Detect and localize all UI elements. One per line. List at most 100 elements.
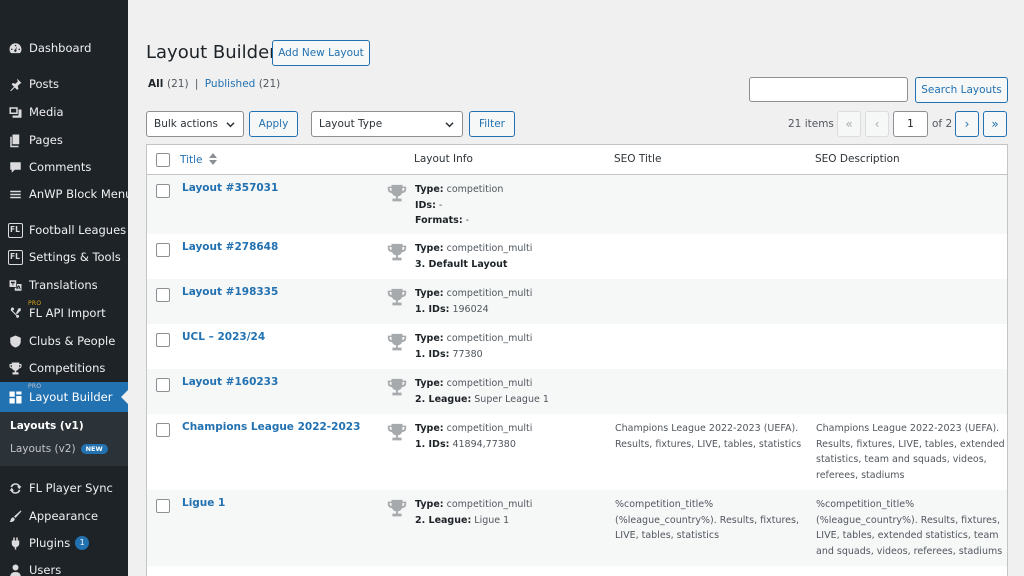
- fl-badge: FL: [7, 222, 23, 238]
- first-page-button: «: [837, 111, 861, 137]
- bulk-actions-select[interactable]: Bulk actions: [146, 111, 244, 137]
- column-title-sortable[interactable]: Title: [180, 153, 217, 166]
- apply-button[interactable]: Apply: [249, 111, 298, 137]
- sidebar-item-appearance[interactable]: Appearance: [0, 504, 128, 528]
- trophy-icon: [387, 423, 407, 441]
- bulk-actions-value: Bulk actions: [154, 118, 218, 130]
- filter-published-link[interactable]: Published (21): [205, 78, 280, 90]
- layout-title-link[interactable]: Layout #160233: [182, 376, 278, 388]
- layout-title-link[interactable]: Layout #278648: [182, 241, 278, 253]
- last-page-button[interactable]: »: [983, 111, 1007, 137]
- layout-info: Type: competition_multi 1. IDs: 41894,773…: [415, 421, 532, 452]
- layout-info-line: IDs: -: [415, 198, 503, 214]
- row-checkbox[interactable]: [156, 423, 170, 437]
- media-icon: [7, 104, 23, 120]
- layout-info-key: Type:: [415, 184, 444, 195]
- column-layout-info: Layout Info: [414, 153, 473, 165]
- layout-type-select[interactable]: Layout Type: [311, 111, 463, 137]
- layout-info-line: 1. IDs: 41894,77380: [415, 437, 532, 453]
- sidebar-item-fl-player-sync[interactable]: FL Player Sync: [0, 476, 128, 500]
- filter-all-link[interactable]: All (21): [148, 78, 189, 90]
- table-row: Layout #198335 Type: competition_multi 1. …: [147, 279, 1007, 324]
- row-checkbox[interactable]: [156, 333, 170, 347]
- total-pages: of 2: [932, 118, 953, 130]
- current-page-input[interactable]: 1: [893, 111, 928, 137]
- pages-icon: [7, 132, 23, 148]
- table-row: Layout #160233 Type: competition_multi 2. …: [147, 369, 1007, 414]
- sidebar-item-translations[interactable]: Translations: [0, 273, 128, 297]
- filter-button[interactable]: Filter: [469, 111, 515, 137]
- sidebar-item-label: Dashboard: [29, 41, 92, 55]
- row-checkbox[interactable]: [156, 499, 170, 513]
- sidebar-item-label: Pages: [29, 133, 63, 147]
- sidebar-item-settings-tools[interactable]: FL Settings & Tools: [0, 245, 128, 269]
- add-new-layout-button[interactable]: Add New Layout: [272, 40, 370, 66]
- submenu-item-layouts-v2[interactable]: Layouts (v2) NEW: [10, 443, 108, 455]
- sidebar-item-fl-api-import[interactable]: PRO FL API Import: [0, 300, 128, 325]
- trophy-icon: [387, 288, 407, 306]
- layout-info-key: 2. League:: [415, 514, 472, 526]
- layout-title-link[interactable]: Layout #198335: [182, 286, 278, 298]
- layout-title-link[interactable]: Ligue 1: [182, 497, 225, 509]
- sidebar-item-label: Layout Builder: [29, 390, 113, 404]
- fl-icon: FL: [7, 222, 23, 238]
- layout-info-key: Type:: [415, 378, 444, 389]
- sidebar-item-layout-builder[interactable]: PRO Layout Builder: [0, 382, 128, 412]
- table-row: UCL – 2023/24 Type: competition_multi 1. I…: [147, 324, 1007, 369]
- sidebar-item-football-leagues[interactable]: FL Football Leagues: [0, 218, 128, 242]
- layout-info-value: 77380: [452, 348, 483, 360]
- select-all-checkbox[interactable]: [156, 153, 170, 167]
- admin-sidebar: Dashboard Posts Media Pages Comments AnW…: [0, 0, 132, 576]
- items-count: 21 items: [788, 118, 834, 130]
- chevron-down-icon: [226, 122, 235, 128]
- trophy-icon: [387, 378, 407, 396]
- row-checkbox[interactable]: [156, 288, 170, 302]
- row-checkbox[interactable]: [156, 184, 170, 198]
- sidebar-item-label: AnWP Block Menu: [29, 187, 133, 201]
- layout-info-value: -: [438, 199, 443, 211]
- sidebar-item-comments[interactable]: Comments: [0, 155, 128, 179]
- trophy-icon: [387, 499, 407, 517]
- sidebar-item-media[interactable]: Media: [0, 100, 128, 124]
- layout-info-value: 196024: [452, 303, 489, 315]
- layouts-table: Title Layout Info SEO Title SEO Descript…: [146, 144, 1008, 576]
- layout-info-value: competition: [446, 184, 504, 195]
- search-layouts-button[interactable]: Search Layouts: [915, 77, 1008, 103]
- column-seo-title: SEO Title: [614, 153, 662, 165]
- layout-info-value: -: [465, 215, 470, 226]
- row-checkbox[interactable]: [156, 378, 170, 392]
- layout-info-key: 1. IDs:: [415, 438, 450, 450]
- layout-info-value: competition_multi: [446, 423, 533, 434]
- sidebar-item-posts[interactable]: Posts: [0, 72, 128, 96]
- sidebar-item-anwp-block-menu[interactable]: AnWP Block Menu: [0, 182, 132, 206]
- search-input[interactable]: [749, 77, 908, 102]
- sidebar-item-pages[interactable]: Pages: [0, 128, 128, 152]
- sidebar-item-dashboard[interactable]: Dashboard: [0, 36, 128, 60]
- seo-description-cell: %competition_title% (%league_country%). …: [816, 499, 1003, 557]
- layout-title-link[interactable]: Layout #357031: [182, 182, 278, 194]
- layout-title-link[interactable]: UCL – 2023/24: [182, 331, 265, 343]
- submenu-item-layouts-v1[interactable]: Layouts (v1): [10, 420, 84, 432]
- dashboard-icon: [7, 40, 23, 56]
- sidebar-item-competitions[interactable]: Competitions: [0, 356, 128, 380]
- layout-info-value: competition_multi: [446, 288, 533, 299]
- pin-icon: [7, 76, 23, 92]
- submenu-label: Layouts (v2): [10, 443, 76, 455]
- chevron-down-icon: [445, 122, 454, 128]
- next-page-button[interactable]: ›: [955, 111, 979, 137]
- layout-info-line: Type: competition_multi: [415, 241, 532, 257]
- layout-info-value: competition_multi: [446, 333, 533, 344]
- sidebar-item-users[interactable]: Users: [0, 558, 128, 576]
- sidebar-item-plugins[interactable]: Plugins 1: [0, 531, 128, 555]
- row-checkbox[interactable]: [156, 243, 170, 257]
- layout-info-key: Type:: [415, 243, 444, 254]
- sidebar-item-label: Competitions: [29, 361, 106, 375]
- layout-title-link[interactable]: Champions League 2022-2023: [182, 421, 360, 433]
- comment-icon: [7, 159, 23, 175]
- pro-label: PRO: [28, 383, 42, 390]
- sort-icon: [208, 153, 217, 165]
- layout-info-key: Type:: [415, 423, 444, 434]
- seo-description-cell: Champions League 2022-2023 (UEFA). Resul…: [816, 423, 1005, 481]
- sidebar-item-label: Plugins: [29, 536, 71, 550]
- sidebar-item-clubs-people[interactable]: Clubs & People: [0, 329, 128, 353]
